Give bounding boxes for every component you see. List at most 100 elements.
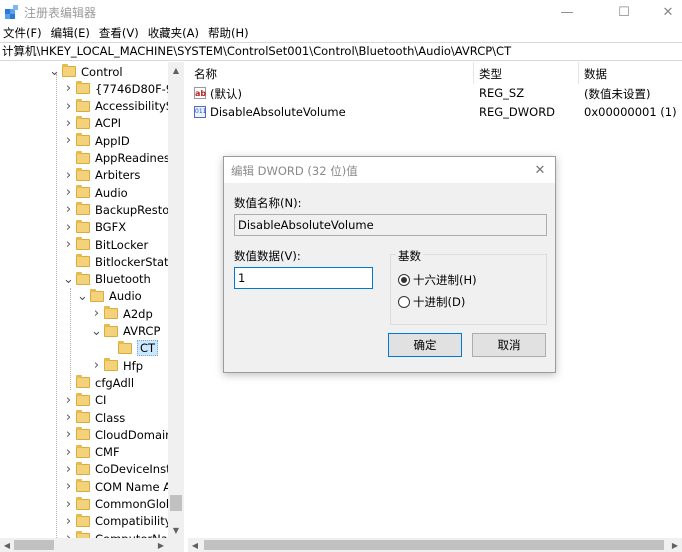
tree-item[interactable]: BitlockerStatus <box>64 253 182 270</box>
chevron-right-icon[interactable]: › <box>64 132 73 149</box>
menu-bar: 文件(F) 编辑(E) 查看(V) 收藏夹(A) 帮助(H) <box>0 24 682 42</box>
menu-help[interactable]: 帮助(H) <box>208 25 249 41</box>
cancel-button[interactable]: 取消 <box>472 333 546 357</box>
value-data-input[interactable]: 1 <box>234 267 373 289</box>
scroll-left-icon[interactable]: ◀ <box>0 538 14 552</box>
tree-item[interactable]: ⌄ AVRCP <box>91 323 160 340</box>
scroll-up-icon[interactable]: ▲ <box>168 62 184 78</box>
chevron-down-icon[interactable]: ⌄ <box>77 288 88 305</box>
chevron-down-icon[interactable]: ⌄ <box>49 63 60 80</box>
folder-icon <box>76 150 90 164</box>
scroll-thumb[interactable] <box>14 540 54 550</box>
column-name[interactable]: 名称 <box>194 66 217 82</box>
menu-edit[interactable]: 编辑(E) <box>51 25 90 41</box>
dialog-close-button[interactable]: ✕ <box>531 161 549 179</box>
tree-item[interactable]: › Compatibility <box>64 513 172 530</box>
tree-item-label: Audio <box>109 289 142 304</box>
ok-button[interactable]: 确定 <box>388 333 462 357</box>
tree-item[interactable]: ⌄ Audio <box>77 288 142 305</box>
tree-item[interactable]: › Class <box>64 409 125 426</box>
chevron-down-icon[interactable]: ⌄ <box>63 271 74 288</box>
list-item[interactable]: 011 DisableAbsoluteVolume REG_DWORD 0x00… <box>188 103 682 121</box>
value-name-field[interactable]: DisableAbsoluteVolume <box>234 214 547 236</box>
tree-item[interactable]: › BackupRestore <box>64 201 181 218</box>
chevron-right-icon[interactable]: › <box>64 98 73 115</box>
value-data-label: 数值数据(V): <box>234 249 301 263</box>
scroll-down-icon[interactable]: ▼ <box>168 522 184 538</box>
radio-hex-label: 十六进制(H) <box>413 273 477 287</box>
scroll-thumb[interactable] <box>204 540 664 550</box>
maximize-button[interactable]: ☐ <box>601 0 647 24</box>
tree-item[interactable]: ⌄ Control <box>49 63 123 80</box>
chevron-right-icon[interactable]: › <box>64 426 73 443</box>
chevron-right-icon[interactable]: › <box>64 461 73 478</box>
chevron-right-icon[interactable]: › <box>64 80 73 97</box>
column-data[interactable]: 数据 <box>584 66 607 82</box>
chevron-right-icon[interactable]: › <box>64 444 73 461</box>
tree-item-label: CI <box>95 393 107 408</box>
tree-item[interactable]: › {7746D80F-97E <box>64 80 183 97</box>
address-bar[interactable]: 计算机\HKEY_LOCAL_MACHINE\SYSTEM\ControlSet… <box>0 42 682 61</box>
tree-item[interactable]: › A2dp <box>92 305 153 322</box>
radio-decimal[interactable]: 十进制(D) <box>398 294 465 310</box>
chevron-right-icon[interactable]: › <box>64 201 73 218</box>
tree-item-label: COM Name Ar <box>95 479 176 494</box>
chevron-right-icon[interactable]: › <box>64 115 73 132</box>
minimize-button[interactable]: — <box>544 0 590 24</box>
tree-item[interactable]: AppReadiness <box>64 150 176 167</box>
folder-icon <box>76 375 90 389</box>
list-horizontal-scrollbar[interactable]: ◀ ▶ <box>188 538 682 552</box>
tree-item[interactable]: › CoDeviceInstal <box>64 461 181 478</box>
chevron-right-icon[interactable]: › <box>64 513 73 530</box>
tree-item[interactable]: › Hfp <box>92 357 143 374</box>
list-item[interactable]: ab (默认) REG_SZ (数值未设置) <box>188 84 682 102</box>
tree-item[interactable]: › ACPI <box>64 115 121 132</box>
tree-item[interactable]: CT <box>106 340 159 357</box>
tree-item[interactable]: cfgAdll <box>64 374 134 391</box>
tree-item[interactable]: › Arbiters <box>64 167 140 184</box>
menu-file[interactable]: 文件(F) <box>3 25 42 41</box>
chevron-right-icon[interactable]: › <box>64 496 73 513</box>
column-type[interactable]: 类型 <box>479 66 502 82</box>
scroll-right-icon[interactable]: ▶ <box>154 538 168 552</box>
tree-item[interactable]: › AccessibilitySe <box>64 98 180 115</box>
chevron-right-icon[interactable]: › <box>64 478 73 495</box>
chevron-right-icon[interactable]: › <box>64 236 73 253</box>
radio-unchecked-icon[interactable] <box>398 296 410 308</box>
scroll-thumb[interactable] <box>170 495 182 511</box>
folder-icon <box>104 358 118 372</box>
tree-horizontal-scrollbar[interactable]: ◀ ▶ <box>0 538 184 552</box>
tree-item[interactable]: › CMF <box>64 444 120 461</box>
key-tree[interactable]: ⌄ Control › {7746D80F-97E › AccessibilitySe › A… <box>0 62 184 552</box>
tree-item[interactable]: › Audio <box>64 184 128 201</box>
chevron-right-icon[interactable]: › <box>64 392 73 409</box>
tree-item[interactable]: › CI <box>64 392 106 409</box>
chevron-right-icon[interactable]: › <box>64 409 73 426</box>
tree-item[interactable]: › CloudDomainJ <box>64 426 176 443</box>
chevron-right-icon[interactable]: › <box>64 167 73 184</box>
chevron-right-icon[interactable]: › <box>92 305 101 322</box>
tree-item[interactable]: › BGFX <box>64 219 126 236</box>
tree-item[interactable]: › BitLocker <box>64 236 148 253</box>
chevron-right-icon[interactable]: › <box>64 219 73 236</box>
tree-item[interactable]: › COM Name Ar <box>64 478 176 495</box>
tree-item[interactable]: ⌄ Bluetooth <box>63 271 151 288</box>
folder-icon <box>76 167 90 181</box>
folder-icon <box>76 392 90 406</box>
tree-item[interactable]: › AppID <box>64 132 130 149</box>
menu-view[interactable]: 查看(V) <box>99 25 139 41</box>
dialog-title: 编辑 DWORD (32 位)值 <box>231 164 358 178</box>
radio-checked-icon[interactable] <box>398 274 410 286</box>
close-button[interactable]: ✕ <box>645 0 682 24</box>
radio-hexadecimal[interactable]: 十六进制(H) <box>398 272 477 288</box>
tree-item[interactable]: › CommonGlobU <box>64 496 182 513</box>
scroll-left-icon[interactable]: ◀ <box>188 538 202 552</box>
tree-vertical-scrollbar[interactable]: ▲ ▼ <box>168 62 184 538</box>
chevron-right-icon[interactable]: › <box>64 184 73 201</box>
scroll-right-icon[interactable]: ▶ <box>668 538 682 552</box>
tree-item-label: AppReadiness <box>95 151 176 165</box>
chevron-right-icon[interactable]: › <box>92 357 101 374</box>
menu-favorites[interactable]: 收藏夹(A) <box>148 25 199 41</box>
chevron-down-icon[interactable]: ⌄ <box>91 323 102 340</box>
